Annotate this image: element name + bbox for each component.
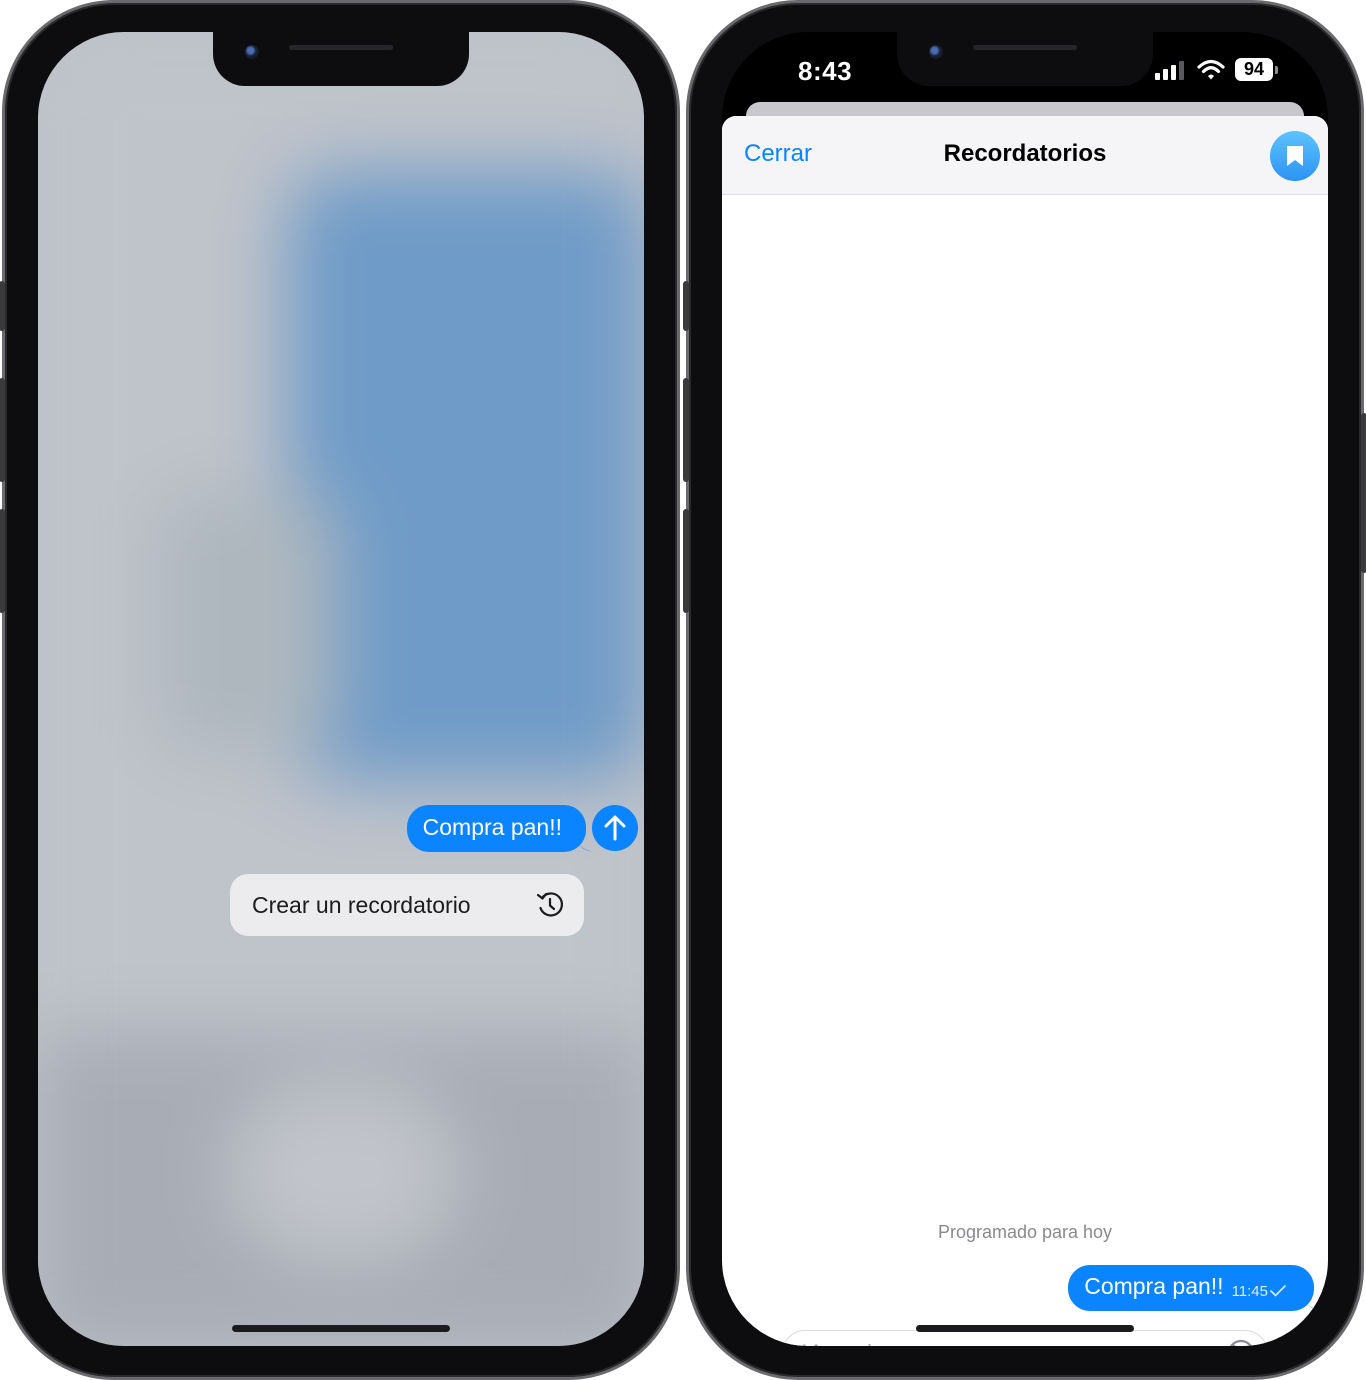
battery-level: 94 [1235, 58, 1273, 81]
scheduled-message-bubble[interactable]: Compra pan!! 11:45 [1068, 1265, 1322, 1311]
notch [213, 32, 469, 86]
battery-indicator: 94 [1235, 58, 1278, 81]
highlighted-message-row: Compra pan!! [406, 805, 638, 852]
sticker-icon[interactable] [1226, 1338, 1256, 1346]
schedule-label: Programado para hoy [937, 1222, 1113, 1242]
bookmark-button[interactable] [1270, 131, 1320, 181]
wifi-icon [1197, 59, 1225, 79]
front-camera [929, 45, 943, 59]
blurred-background [38, 32, 644, 1346]
checkmark-icon [1270, 1285, 1286, 1297]
earpiece-speaker [973, 45, 1077, 50]
create-reminder-menu-item[interactable]: Crear un recordatorio [230, 874, 584, 936]
bubble-tail [572, 829, 594, 852]
home-indicator[interactable] [916, 1325, 1134, 1332]
message-text: Compra pan!! [422, 814, 562, 840]
message-bubble[interactable]: Compra pan!! [406, 805, 594, 852]
send-button[interactable] [592, 805, 638, 852]
message-text: Compra pan!! [1084, 1273, 1224, 1299]
battery-cap [1275, 65, 1278, 74]
action-button [683, 281, 689, 331]
arrow-up-icon [604, 815, 626, 841]
bubble-tail [1300, 1288, 1322, 1311]
bookmark-icon [1287, 146, 1303, 166]
side-power-button [1361, 413, 1366, 573]
right-screen: 8:43 94 Cerrar Recordatorios Programado … [722, 32, 1328, 1346]
menu-item-label: Crear un recordatorio [252, 891, 471, 918]
right-phone-frame: 8:43 94 Cerrar Recordatorios Programado … [683, 0, 1366, 1380]
volume-down-button [0, 509, 5, 613]
sheet-header: Cerrar Recordatorios [722, 116, 1328, 195]
paperclip-icon[interactable] [736, 1338, 770, 1346]
home-indicator[interactable] [232, 1325, 450, 1332]
clock-reminder-icon [536, 892, 563, 917]
status-icons: 94 [1155, 58, 1278, 81]
volume-down-button [683, 509, 689, 613]
front-camera [245, 45, 259, 59]
volume-up-button [0, 378, 5, 482]
microphone-icon[interactable] [1284, 1335, 1312, 1346]
volume-up-button [683, 378, 689, 482]
message-time: 11:45 [1231, 1282, 1268, 1300]
reminders-sheet: Cerrar Recordatorios Programado para hoy… [722, 116, 1328, 1346]
notch [897, 32, 1153, 86]
left-screen: Compra pan!! Crear un recordatorio [38, 32, 644, 1346]
status-time: 8:43 [798, 56, 853, 86]
left-phone-frame: Compra pan!! Crear un recordatorio [0, 0, 680, 1380]
message-composer [722, 1330, 1328, 1346]
message-meta: 11:45 [1232, 1283, 1286, 1301]
cellular-signal-icon [1155, 60, 1184, 80]
earpiece-speaker [289, 45, 393, 50]
action-button [0, 281, 5, 331]
sheet-title: Recordatorios [943, 140, 1107, 167]
message-input[interactable] [782, 1330, 1268, 1346]
